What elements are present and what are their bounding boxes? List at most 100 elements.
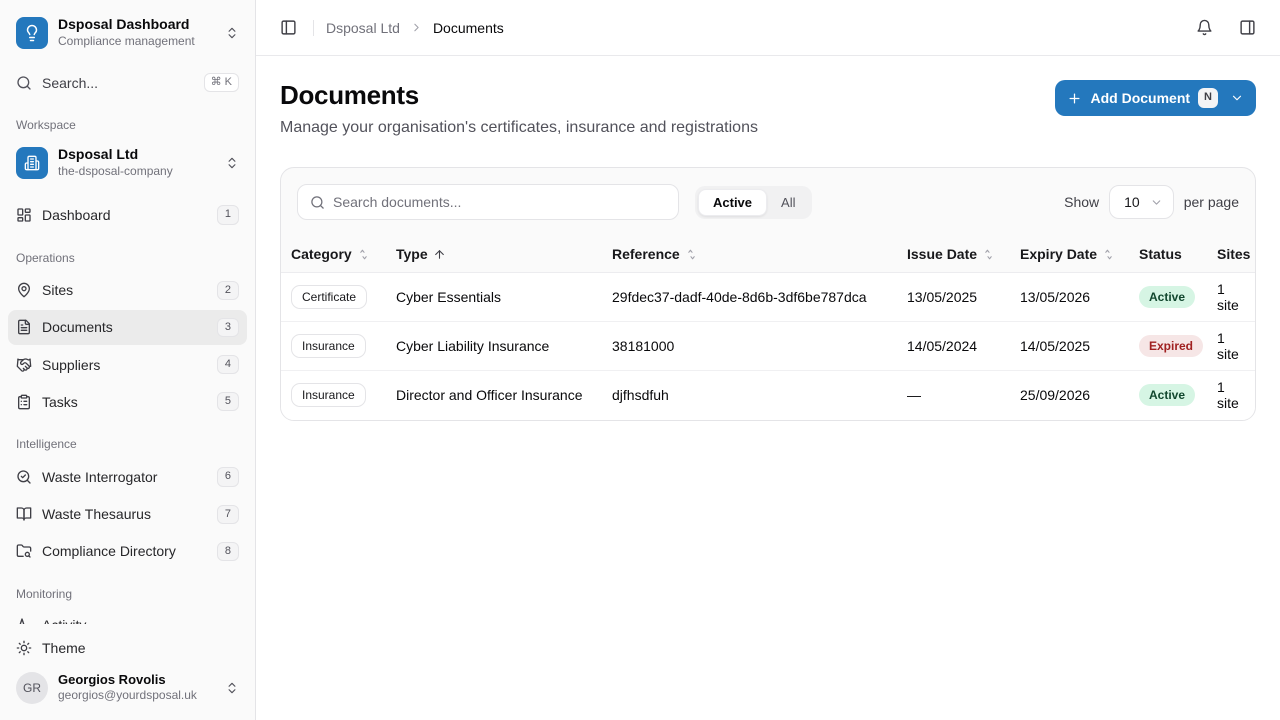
activity-icon [16,617,32,624]
app-logo-icon [16,17,48,49]
topbar-actions [1192,15,1260,40]
sun-icon [16,640,32,656]
table-row[interactable]: Certificate Cyber Essentials 29fdec37-da… [281,273,1255,322]
sort-icon [357,248,370,261]
sidebar-item-activity[interactable]: Activity [8,609,247,624]
col-category[interactable]: Category [281,236,386,273]
category-badge: Insurance [291,383,366,407]
sidebar-search-label: Search... [42,75,194,91]
sidebar-item-label: Waste Thesaurus [42,506,207,522]
clipboard-list-icon [16,394,32,410]
shortcut-badge: 4 [217,355,239,374]
sort-icon [685,248,698,261]
shortcut-badge: 3 [217,318,239,337]
user-menu[interactable]: GR Georgios Rovolis georgios@yourdsposal… [8,664,247,712]
section-label-operations: Operations [8,243,247,271]
type-cell: Cyber Essentials [386,273,602,322]
issue-date-cell: 14/05/2024 [897,322,1010,371]
sites-cell: 1 site [1207,273,1255,322]
col-expiry-date[interactable]: Expiry Date [1010,236,1129,273]
page-subtitle: Manage your organisation's certificates,… [280,119,758,137]
search-icon [16,75,32,91]
chevron-down-icon [1150,196,1163,209]
breadcrumb: Dsposal Ltd Documents [326,20,504,36]
handshake-icon [16,357,32,373]
documents-toolbar: Active All Show 10 per page [281,168,1255,236]
documents-search[interactable] [297,184,679,220]
col-sites: Sites [1207,236,1255,273]
breadcrumb-current: Documents [433,20,504,36]
sidebar-item-label: Waste Interrogator [42,469,207,485]
sidebar-item-waste-thesaurus[interactable]: Waste Thesaurus 7 [8,497,247,532]
sidebar-scroll-area: Dsposal Dashboard Compliance management … [0,0,255,624]
table-row[interactable]: Insurance Director and Officer Insurance… [281,371,1255,420]
right-panel-toggle-button[interactable] [1235,15,1260,40]
book-open-icon [16,506,32,522]
chevron-down-icon[interactable] [1230,91,1244,105]
chevrons-up-down-icon [225,156,239,170]
app-switcher[interactable]: Dsposal Dashboard Compliance management [8,8,247,57]
add-document-button[interactable]: Add Document N [1055,80,1256,116]
sidebar-item-waste-interrogator[interactable]: Waste Interrogator 6 [8,459,247,494]
notifications-button[interactable] [1192,15,1217,40]
documents-search-input[interactable] [333,194,666,210]
sidebar-item-tasks[interactable]: Tasks 5 [8,384,247,419]
topbar: Dsposal Ltd Documents [256,0,1280,56]
section-label-intelligence: Intelligence [8,429,247,457]
sidebar-item-documents[interactable]: Documents 3 [8,310,247,345]
sidebar-toggle-button[interactable] [276,15,301,40]
bell-icon [1196,19,1213,36]
app-subtitle: Compliance management [58,34,215,50]
category-badge: Certificate [291,285,367,309]
shortcut-badge: 2 [217,281,239,300]
app-header-text: Dsposal Dashboard Compliance management [58,16,215,49]
topbar-divider [313,20,314,36]
add-document-label: Add Document [1090,90,1190,106]
avatar: GR [16,672,48,704]
page-size-select[interactable]: 10 [1109,185,1174,219]
col-reference[interactable]: Reference [602,236,897,273]
sidebar-item-compliance-directory[interactable]: Compliance Directory 8 [8,534,247,569]
filter-active[interactable]: Active [698,189,767,216]
reference-cell: 29fdec37-dadf-40de-8d6b-3df6be787dca [602,273,897,322]
col-type[interactable]: Type [386,236,602,273]
file-text-icon [16,319,32,335]
expiry-date-cell: 13/05/2026 [1010,273,1129,322]
sidebar-item-suppliers[interactable]: Suppliers 4 [8,347,247,382]
expiry-date-cell: 14/05/2025 [1010,322,1129,371]
user-text: Georgios Rovolis georgios@yourdsposal.uk [58,672,215,704]
sidebar-item-dashboard[interactable]: Dashboard 1 [8,197,247,232]
folder-search-icon [16,543,32,559]
panel-left-icon [280,19,297,36]
category-badge: Insurance [291,334,366,358]
workspace-icon [16,147,48,179]
documents-card: Active All Show 10 per page [280,167,1256,421]
breadcrumb-workspace[interactable]: Dsposal Ltd [326,20,400,36]
workspace-name: Dsposal Ltd [58,146,215,164]
sidebar-item-label: Sites [42,282,207,298]
col-issue-date[interactable]: Issue Date [897,236,1010,273]
user-name: Georgios Rovolis [58,672,215,689]
sidebar-item-label: Suppliers [42,357,207,373]
col-status: Status [1129,236,1207,273]
sort-asc-icon [433,248,446,261]
map-pin-icon [16,282,32,298]
workspace-switcher[interactable]: Dsposal Ltd the-dsposal-company [8,138,247,187]
chevrons-up-down-icon [225,26,239,40]
status-filter-group: Active All [695,186,812,219]
shortcut-badge: 6 [217,467,239,486]
sidebar-item-label: Compliance Directory [42,543,207,559]
sidebar: Dsposal Dashboard Compliance management … [0,0,256,720]
table-row[interactable]: Insurance Cyber Liability Insurance 3818… [281,322,1255,371]
sidebar-item-sites[interactable]: Sites 2 [8,273,247,308]
filter-all[interactable]: All [767,190,809,215]
status-badge: Active [1139,286,1195,308]
main-area: Dsposal Ltd Documents Documents Manage y… [256,0,1280,720]
app-root: Dsposal Dashboard Compliance management … [0,0,1280,720]
sidebar-search-button[interactable]: Search... ⌘ K [8,65,247,100]
sort-icon [1102,248,1115,261]
theme-toggle[interactable]: Theme [8,632,247,664]
reference-cell: 38181000 [602,322,897,371]
shortcut-badge: 8 [217,542,239,561]
show-label: Show [1064,194,1099,210]
